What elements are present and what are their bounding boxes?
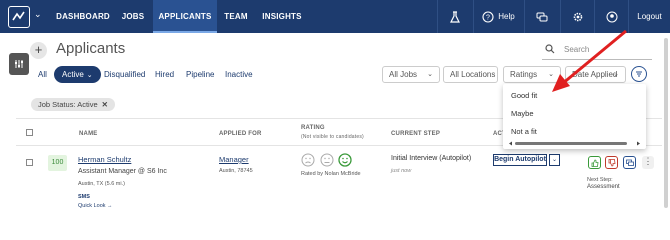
chip-label: Job Status: Active [38, 100, 98, 109]
page-title: Applicants [56, 40, 126, 57]
next-step-value: Assessment [587, 184, 620, 190]
help-button[interactable]: ? Help [473, 0, 523, 33]
happy-face-icon[interactable] [338, 153, 352, 167]
begin-autopilot-button[interactable]: Begin Autopilot [493, 154, 547, 166]
quick-look-link[interactable]: Quick Look → [78, 203, 113, 209]
tab-inactive[interactable]: Inactive [225, 70, 253, 79]
tab-hired[interactable]: Hired [155, 70, 174, 79]
nav-insights[interactable]: INSIGHTS [258, 0, 306, 33]
column-current-step[interactable]: CURRENT STEP [391, 131, 440, 137]
beaker-icon[interactable] [437, 0, 471, 33]
help-label: Help [498, 12, 515, 21]
sms-link[interactable]: SMS [78, 194, 90, 200]
dropdown-horizontal-scrollbar[interactable] [509, 141, 640, 146]
column-applied-for[interactable]: APPLIED FOR [219, 131, 262, 137]
rating-option-not-a-fit[interactable]: Not a fit [511, 127, 537, 136]
rating-option-maybe[interactable]: Maybe [511, 109, 534, 118]
rating-note: (Not visible to candidates) [301, 134, 364, 140]
close-icon[interactable]: ✕ [102, 100, 108, 109]
applicant-name-link[interactable]: Herman Schultz [78, 155, 131, 164]
locations-filter-value: All Locations [450, 70, 496, 79]
column-rating[interactable]: RATING [301, 125, 325, 131]
brand-logo[interactable] [8, 6, 30, 28]
row-checkbox[interactable] [26, 159, 33, 166]
tab-disqualified[interactable]: Disqualified [104, 70, 145, 79]
tab-all[interactable]: All [38, 70, 47, 79]
chevron-down-icon: ⌄ [86, 72, 93, 79]
applicant-title: Assistant Manager @ S6 Inc [78, 168, 167, 175]
tab-pipeline[interactable]: Pipeline [186, 70, 214, 79]
step-timestamp: just now [391, 168, 412, 174]
sad-face-icon[interactable] [301, 153, 315, 167]
logout-link[interactable]: Logout [628, 0, 670, 33]
column-name[interactable]: NAME [79, 131, 97, 137]
applied-job-link[interactable]: Manager [219, 155, 249, 164]
chevron-down-icon: ⌄ [427, 71, 433, 78]
ratings-filter-value: Ratings [510, 70, 538, 79]
rated-by-text: Rated by Nolan McBride [301, 171, 361, 177]
filter-settings-icon[interactable] [631, 66, 647, 82]
nav-team[interactable]: TEAM [219, 0, 253, 33]
applied-location: Austin, 78745 [219, 168, 253, 174]
thumbs-up-icon[interactable] [588, 156, 601, 169]
annotation-arrow-icon [552, 29, 627, 92]
applicant-location: Austin, TX (5.6 mi.) [78, 181, 125, 187]
tab-active-label: Active [62, 70, 84, 79]
chevron-down-icon[interactable]: ⌄ [549, 154, 560, 166]
side-filter-toggle[interactable] [9, 53, 29, 75]
nav-applicants[interactable]: APPLICANTS [153, 0, 217, 33]
neutral-face-icon[interactable] [320, 153, 334, 167]
page-scrollbar[interactable] [664, 38, 668, 208]
active-filter-chip: Job Status: Active ✕ [31, 98, 115, 111]
rating-option-good-fit[interactable]: Good fit [511, 91, 537, 100]
jobs-filter-value: All Jobs [389, 70, 418, 79]
more-options-icon[interactable]: ⋮ [642, 156, 654, 169]
nav-dashboard[interactable]: DASHBOARD [55, 0, 111, 33]
thumbs-down-icon[interactable] [605, 156, 618, 169]
add-applicant-button[interactable]: + [30, 42, 47, 59]
message-icon[interactable] [623, 156, 636, 169]
current-step-text: Initial Interview (Autopilot) [391, 155, 472, 162]
sliders-icon [15, 60, 23, 68]
next-step-label: Next Step: [587, 177, 613, 183]
match-score-badge: 100 [48, 155, 67, 171]
svg-text:?: ? [486, 14, 490, 21]
select-all-checkbox[interactable] [26, 129, 33, 136]
logout-label: Logout [637, 12, 662, 21]
tab-active[interactable]: Active ⌄ [54, 66, 101, 83]
nav-jobs[interactable]: JOBS [116, 0, 150, 33]
jobs-filter-select[interactable]: All Jobs ⌄ [382, 66, 440, 83]
chevron-down-icon[interactable]: ⌄ [34, 9, 42, 20]
locations-filter-select[interactable]: All Locations [443, 66, 498, 83]
